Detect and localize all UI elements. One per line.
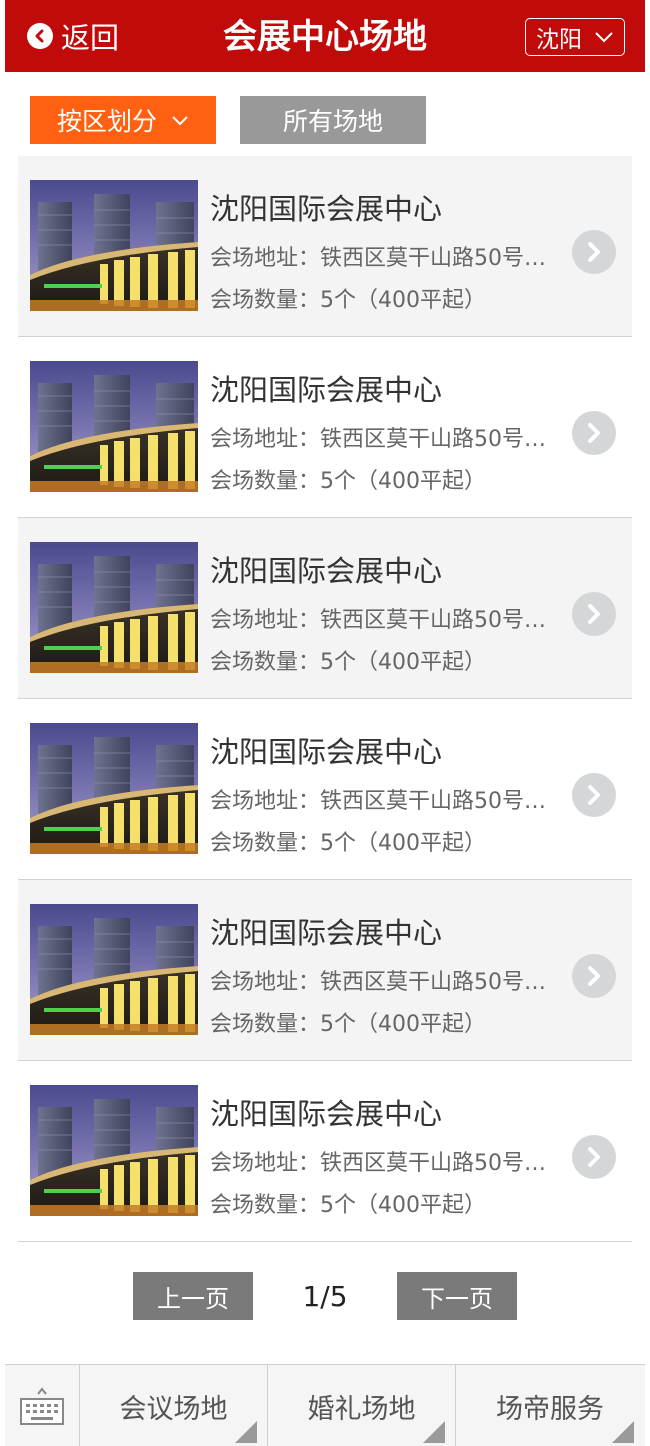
chevron-down-icon [172,115,188,125]
tab-label: 场帝服务 [496,1393,604,1425]
chevron-right-icon[interactable] [572,230,616,274]
tab-meeting-venues[interactable]: 会议场地 [80,1365,268,1446]
venue-name: 沈阳国际会展中心 [210,554,443,588]
tab-wedding-venues[interactable]: 婚礼场地 [268,1365,456,1446]
app-header: 返回 会展中心场地 沈阳 [5,0,645,72]
venue-address: 会场地址：铁西区莫干山路50号… [210,970,546,995]
venue-name: 沈阳国际会展中心 [210,735,443,769]
corner-triangle-icon [235,1421,257,1443]
district-filter-button[interactable]: 按区划分 [30,96,216,144]
prev-page-button[interactable]: 上一页 [133,1272,253,1320]
venue-photo [30,904,198,1035]
venue-room-count: 会场数量：5个（400平起） [210,650,486,675]
venue-address: 会场地址：铁西区莫干山路50号… [210,789,546,814]
venue-list-item[interactable]: 沈阳国际会展中心 会场地址：铁西区莫干山路50号… 会场数量：5个（400平起） [18,337,632,518]
venue-list-item[interactable]: 沈阳国际会展中心 会场地址：铁西区莫干山路50号… 会场数量：5个（400平起） [18,156,632,337]
keyboard-toggle-button[interactable] [5,1365,80,1446]
venue-name: 沈阳国际会展中心 [210,192,443,226]
venue-photo [30,361,198,492]
district-filter-label: 按区划分 [56,107,157,136]
city-selector[interactable]: 沈阳 [525,18,625,56]
venue-room-count: 会场数量：5个（400平起） [210,831,486,856]
venue-list: 沈阳国际会展中心 会场地址：铁西区莫干山路50号… 会场数量：5个（400平起） [18,156,632,1242]
chevron-right-icon[interactable] [572,592,616,636]
venue-photo [30,542,198,673]
city-label: 沈阳 [536,27,582,53]
chevron-right-icon[interactable] [572,411,616,455]
tab-label: 婚礼场地 [307,1393,416,1425]
corner-triangle-icon [423,1421,445,1443]
venue-address: 会场地址：铁西区莫干山路50号… [210,246,546,271]
venue-room-count: 会场数量：5个（400平起） [210,1012,486,1037]
venue-photo [30,1085,198,1216]
venue-room-count: 会场数量：5个（400平起） [210,1193,486,1218]
venue-name: 沈阳国际会展中心 [210,916,443,950]
tab-label: 会议场地 [119,1393,228,1425]
venue-list-item[interactable]: 沈阳国际会展中心 会场地址：铁西区莫干山路50号… 会场数量：5个（400平起） [18,880,632,1061]
all-venues-button[interactable]: 所有场地 [240,96,426,144]
venue-address: 会场地址：铁西区莫干山路50号… [210,608,546,633]
venue-name: 沈阳国际会展中心 [210,1097,443,1131]
venue-room-count: 会场数量：5个（400平起） [210,288,486,313]
venue-name: 沈阳国际会展中心 [210,373,443,407]
chevron-right-icon[interactable] [572,1135,616,1179]
page-indicator: 1/5 [302,1279,348,1313]
corner-triangle-icon [612,1421,634,1443]
venue-list-item[interactable]: 沈阳国际会展中心 会场地址：铁西区莫干山路50号… 会场数量：5个（400平起） [18,699,632,880]
venue-address: 会场地址：铁西区莫干山路50号… [210,1151,546,1176]
venue-photo [30,180,198,311]
pagination: 上一页 1/5 下一页 [0,1272,650,1320]
venue-list-item[interactable]: 沈阳国际会展中心 会场地址：铁西区莫干山路50号… 会场数量：5个（400平起） [18,518,632,699]
venue-list-item[interactable]: 沈阳国际会展中心 会场地址：铁西区莫干山路50号… 会场数量：5个（400平起） [18,1061,632,1242]
venue-address: 会场地址：铁西区莫干山路50号… [210,427,546,452]
bottom-nav: 会议场地 婚礼场地 场帝服务 [5,1364,645,1446]
chevron-down-icon [595,32,613,43]
tab-services[interactable]: 场帝服务 [456,1365,644,1446]
venue-room-count: 会场数量：5个（400平起） [210,469,486,494]
next-page-button[interactable]: 下一页 [397,1272,517,1320]
chevron-right-icon[interactable] [572,954,616,998]
venue-photo [30,723,198,854]
all-venues-label: 所有场地 [282,107,383,136]
chevron-right-icon[interactable] [572,773,616,817]
keyboard-icon [20,1387,64,1425]
